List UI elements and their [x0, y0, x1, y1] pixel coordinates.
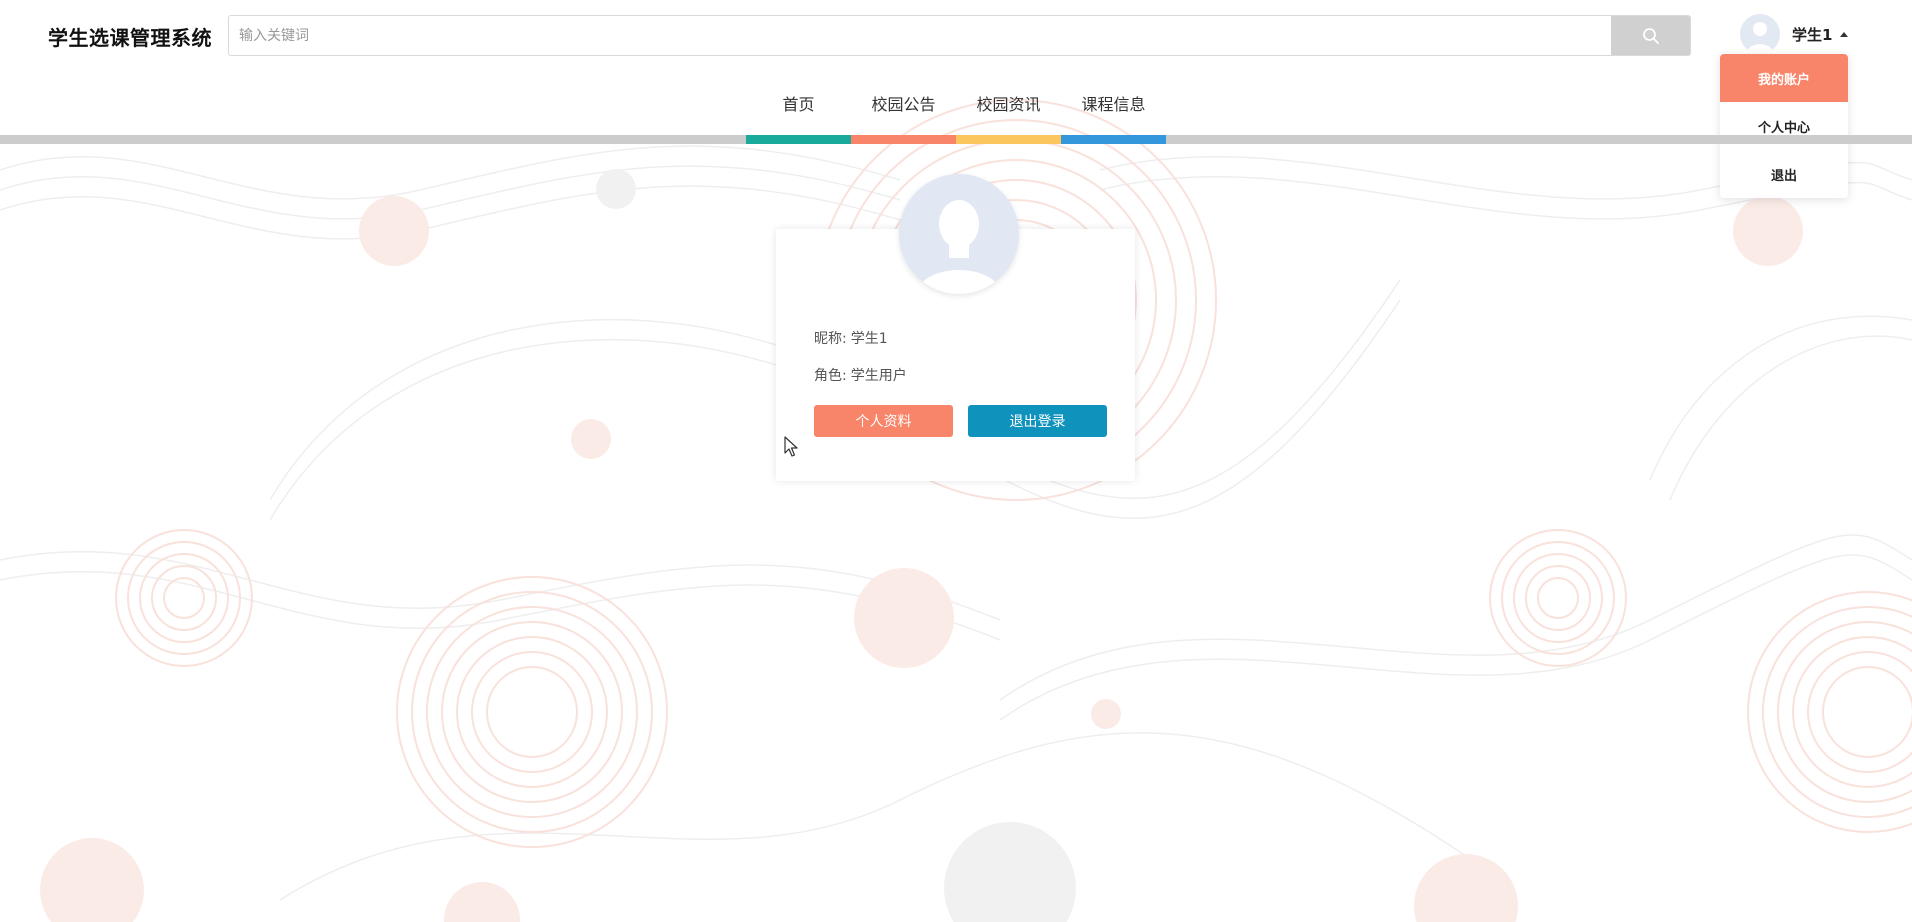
dropdown-item-logout[interactable]: 退出	[1720, 150, 1848, 198]
nav-underline-courses	[1061, 135, 1166, 144]
user-menu-toggle[interactable]: 学生1	[1740, 14, 1849, 54]
search-button[interactable]	[1611, 16, 1690, 55]
user-dropdown-menu: 我的账户 个人中心 退出	[1720, 54, 1848, 198]
nav-underline-home	[746, 135, 851, 144]
nav-item-home[interactable]: 首页	[746, 92, 851, 118]
role-row: 角色: 学生用户	[814, 365, 907, 385]
nickname-row: 昵称: 学生1	[814, 328, 888, 348]
main-nav: 首页 校园公告 校园资讯 课程信息	[746, 92, 1166, 118]
nickname-label: 昵称:	[814, 331, 847, 347]
nav-underline-announcements	[851, 135, 956, 144]
caret-up-icon	[1840, 31, 1849, 37]
dropdown-item-my-account[interactable]: 我的账户	[1720, 54, 1848, 102]
profile-button[interactable]: 个人资料	[814, 405, 953, 437]
search-input[interactable]	[229, 16, 1611, 55]
nav-item-courses[interactable]: 课程信息	[1061, 92, 1166, 118]
nav-underline-news	[956, 135, 1061, 144]
site-title: 学生选课管理系统	[48, 26, 212, 50]
search-icon	[1642, 27, 1659, 44]
mouse-cursor-icon	[784, 436, 798, 457]
nickname-value: 学生1	[850, 331, 888, 347]
nav-item-news[interactable]: 校园资讯	[956, 92, 1061, 118]
logout-button[interactable]: 退出登录	[968, 405, 1107, 437]
role-value: 学生用户	[850, 368, 907, 384]
nav-color-bar	[0, 135, 1912, 144]
nav-item-announcements[interactable]: 校园公告	[851, 92, 956, 118]
profile-avatar-icon	[899, 174, 1019, 294]
user-name: 学生1	[1792, 25, 1833, 44]
search-bar	[228, 15, 1691, 56]
user-avatar-icon	[1740, 14, 1780, 54]
role-label: 角色:	[814, 368, 847, 384]
